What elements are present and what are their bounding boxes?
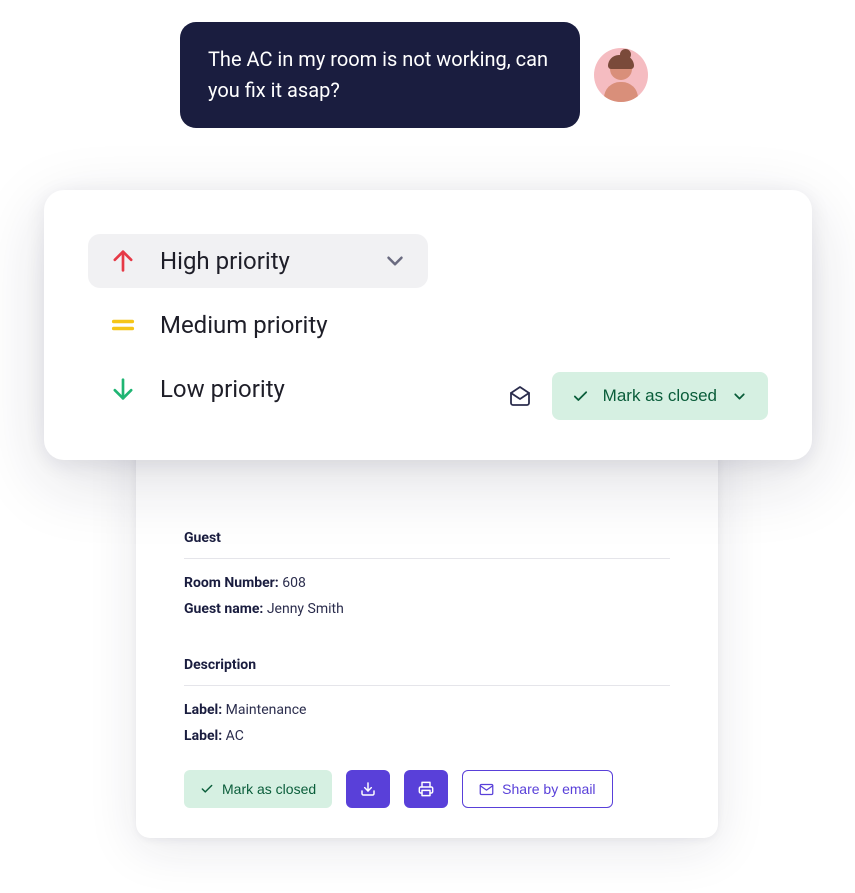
equals-icon [108, 310, 138, 340]
envelope-open-icon[interactable] [508, 384, 532, 408]
card-bottom-actions: Mark as closed [508, 372, 768, 420]
mark-as-closed-label: Mark as closed [603, 386, 717, 406]
priority-dropdown-card: High priority Medium priority Low priori… [44, 190, 812, 460]
arrow-down-icon [108, 374, 138, 404]
divider [184, 558, 670, 559]
mark-as-closed-button[interactable]: Mark as closed [184, 770, 332, 808]
mark-as-closed-label: Mark as closed [222, 781, 316, 797]
mark-as-closed-dropdown[interactable]: Mark as closed [552, 372, 768, 420]
priority-option-medium[interactable]: Medium priority [88, 298, 428, 352]
guest-section-heading: Guest [184, 530, 670, 546]
label-key: Label: [184, 702, 222, 718]
arrow-up-icon [108, 246, 138, 276]
download-icon [360, 781, 376, 797]
mail-icon [479, 782, 494, 797]
label-value: Maintenance [226, 702, 307, 718]
download-button[interactable] [346, 770, 390, 808]
label-value: AC [226, 728, 244, 744]
priority-label: Medium priority [160, 311, 328, 339]
guest-avatar [594, 48, 648, 102]
priority-options-list: High priority Medium priority Low priori… [88, 234, 428, 416]
priority-label: Low priority [160, 375, 285, 403]
guest-name-row: Guest name: Jenny Smith [184, 601, 670, 617]
guest-name-label: Guest name: [184, 601, 263, 617]
description-section-heading: Description [184, 657, 670, 673]
check-icon [200, 782, 214, 796]
print-button[interactable] [404, 770, 448, 808]
guest-chat-bubble: The AC in my room is not working, can yo… [180, 22, 580, 128]
chevron-down-icon [382, 248, 408, 274]
priority-label: High priority [160, 247, 290, 275]
chat-row: The AC in my room is not working, can yo… [180, 22, 648, 128]
room-number-value: 608 [282, 575, 306, 591]
divider [184, 685, 670, 686]
label-row-1: Label: Maintenance [184, 702, 670, 718]
print-icon [418, 781, 434, 797]
room-number-label: Room Number: [184, 575, 279, 591]
check-icon [572, 388, 589, 405]
room-number-row: Room Number: 608 [184, 575, 670, 591]
priority-option-high[interactable]: High priority [88, 234, 428, 288]
share-by-email-label: Share by email [502, 781, 595, 797]
label-key: Label: [184, 728, 222, 744]
priority-option-low[interactable]: Low priority [88, 362, 428, 416]
actions-row: Mark as closed Share by email [184, 770, 670, 808]
label-row-2: Label: AC [184, 728, 670, 744]
guest-name-value: Jenny Smith [267, 601, 344, 617]
chat-message-text: The AC in my room is not working, can yo… [208, 47, 548, 102]
share-by-email-button[interactable]: Share by email [462, 770, 612, 808]
chevron-down-icon [731, 388, 748, 405]
